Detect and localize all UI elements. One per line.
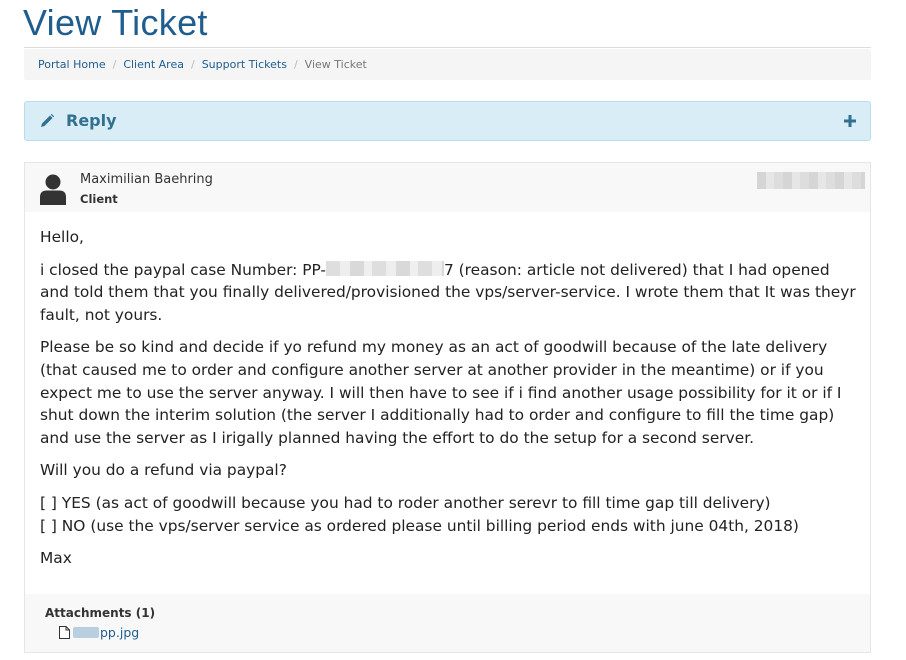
breadcrumb-separator: / — [190, 58, 195, 71]
page-title: View Ticket — [23, 2, 208, 43]
breadcrumb-client-area[interactable]: Client Area — [123, 58, 184, 71]
breadcrumb-support-tickets[interactable]: Support Tickets — [202, 58, 287, 71]
file-icon — [59, 626, 70, 639]
pencil-icon — [41, 113, 55, 127]
message-author: Maximilian Baehring — [80, 172, 213, 187]
breadcrumb-current: View Ticket — [304, 58, 367, 71]
breadcrumb: Portal Home / Client Area / Support Tickets /… — [24, 49, 871, 80]
message-body: Hello, i closed the paypal case Number: … — [40, 226, 862, 580]
attachments-section: Attachments (1) pp.jpg — [25, 594, 870, 652]
message-question: Will you do a refund via paypal? — [40, 461, 287, 480]
message-author-role: Client — [80, 192, 118, 206]
attachment-filename[interactable]: pp.jpg — [100, 625, 139, 640]
attachment-link[interactable]: pp.jpg — [59, 625, 139, 640]
reply-label: Reply — [66, 111, 117, 130]
breadcrumb-portal-home[interactable]: Portal Home — [38, 58, 106, 71]
option-no: [ ] NO (use the vps/server service as or… — [40, 516, 799, 535]
option-yes: [ ] YES (as act of goodwill because you … — [40, 493, 771, 512]
breadcrumb-separator: / — [112, 58, 117, 71]
ticket-message: Maximilian Baehring Client Hello, i clos… — [24, 162, 871, 653]
message-paragraph: Please be so kind and decide if yo refun… — [40, 338, 842, 447]
user-avatar-icon — [40, 174, 66, 205]
attachments-title: Attachments (1) — [45, 606, 156, 620]
message-paragraph: i closed the paypal case Number: PP- 7 (r… — [40, 260, 856, 324]
title-divider — [24, 47, 871, 48]
redacted-timestamp — [757, 172, 865, 189]
redacted-case-number — [325, 260, 444, 276]
message-header: Maximilian Baehring Client — [25, 163, 870, 212]
message-signature: Max — [40, 549, 72, 568]
breadcrumb-separator: / — [293, 58, 298, 71]
redacted-filename — [73, 627, 99, 638]
message-greeting: Hello, — [40, 228, 84, 246]
reply-panel-toggle[interactable]: Reply — [24, 101, 871, 141]
plus-icon[interactable] — [844, 115, 856, 127]
